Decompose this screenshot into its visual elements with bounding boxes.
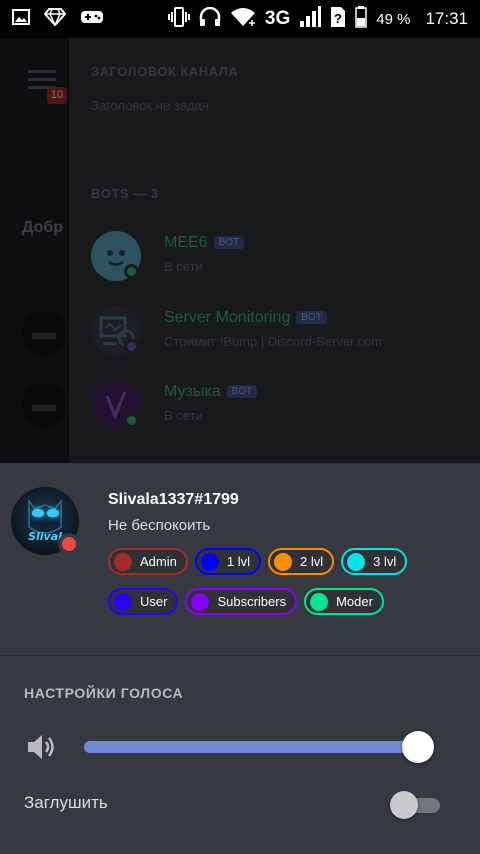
- svg-text:?: ?: [334, 11, 342, 26]
- volume-slider-thumb[interactable]: [402, 731, 434, 763]
- mention-badge: 10: [47, 87, 67, 104]
- clock: 17:31: [425, 9, 468, 28]
- bots-heading: BOTS — 3: [91, 186, 159, 201]
- role-color-dot: [114, 552, 132, 571]
- vibrate-icon: [167, 7, 190, 31]
- mute-toggle-knob[interactable]: [390, 791, 418, 819]
- member-status: В сети: [164, 259, 203, 274]
- member-row[interactable]: Server Monitoring BOT Стримит !Bump | Dis…: [91, 306, 480, 366]
- volume-slider[interactable]: [84, 731, 434, 763]
- role-row: Admin 1 lvl 2 lvl 3 lvl: [108, 548, 408, 575]
- role-chip[interactable]: 2 lvl: [267, 548, 335, 575]
- speaker-icon: [26, 733, 58, 761]
- role-label: 2 lvl: [299, 554, 324, 569]
- role-row: User Subscribers Moder: [108, 588, 408, 615]
- member-name: Server Monitoring: [164, 309, 291, 326]
- channel-topic-heading: ЗАГОЛОВОК КАНАЛА: [91, 64, 239, 79]
- bot-badge: BOT: [296, 311, 327, 324]
- role-chip[interactable]: Moder: [304, 588, 384, 615]
- role-chip[interactable]: 3 lvl: [341, 548, 408, 575]
- online-status-dot: [124, 413, 139, 428]
- status-bar: 3G ? 49 % 17:31: [0, 0, 480, 38]
- mute-toggle[interactable]: [390, 790, 440, 820]
- role-color-dot: [200, 552, 219, 571]
- wifi-icon: [230, 7, 256, 31]
- member-row[interactable]: Музыка BOT В сети: [91, 380, 480, 440]
- voice-settings-title: НАСТРОЙКИ ГОЛОСА: [24, 685, 184, 701]
- image-icon: [12, 9, 30, 29]
- battery-percent: 49 %: [376, 10, 411, 28]
- headphones-icon: [199, 6, 221, 31]
- streaming-status-dot: [124, 339, 139, 354]
- bot-badge: BOT: [213, 236, 245, 249]
- role-list: Admin 1 lvl 2 lvl 3 lvl User Subscribers…: [108, 548, 408, 628]
- mute-label: Заглушить: [24, 793, 108, 812]
- network-type: 3G: [264, 8, 291, 29]
- user-profile-sheet: Slival Slivala1337#1799 Не беспокоить Ad…: [0, 463, 480, 854]
- role-label: Moder: [336, 594, 373, 609]
- online-status-dot: [124, 264, 139, 279]
- role-label: Subscribers: [217, 594, 287, 609]
- battery-icon: [355, 6, 367, 32]
- member-status: В сети: [164, 408, 203, 423]
- rail-server-avatar[interactable]: [22, 383, 66, 427]
- user-status-text: Не беспокоить: [108, 517, 211, 534]
- role-color-dot: [191, 592, 210, 611]
- gem-icon: [43, 8, 67, 30]
- role-chip[interactable]: User: [108, 588, 179, 615]
- member-status: Стримит !Bump | Discord-Server.com: [164, 334, 382, 349]
- role-chip[interactable]: 1 lvl: [194, 548, 261, 575]
- role-chip[interactable]: Subscribers: [185, 588, 298, 615]
- role-color-dot: [310, 592, 329, 611]
- rail-server-avatar[interactable]: [22, 311, 66, 355]
- volume-slider-track: [84, 741, 418, 753]
- username: Slivala1337#1799: [108, 491, 239, 508]
- divider: [0, 655, 480, 656]
- role-color-dot: [347, 552, 366, 571]
- channel-info-panel: ЗАГОЛОВОК КАНАЛА Заголовок не задан. BOT…: [68, 38, 480, 463]
- member-row[interactable]: MEE6 BOT В сети: [91, 231, 480, 291]
- role-label: User: [140, 594, 168, 609]
- member-name: MEE6: [164, 234, 208, 251]
- role-color-dot: [273, 552, 292, 571]
- gamepad-icon: [80, 9, 104, 29]
- channel-topic-value: Заголовок не задан.: [91, 98, 213, 113]
- role-label: Admin: [140, 554, 177, 569]
- unknown-sim-icon: ?: [330, 6, 346, 32]
- signal-icon: [299, 6, 322, 32]
- role-label: 3 lvl: [373, 554, 397, 569]
- rail-welcome-text: Добр: [22, 219, 64, 236]
- role-label: 1 lvl: [226, 554, 250, 569]
- member-name: Музыка: [164, 383, 221, 400]
- guild-rail: 10 Добр: [0, 38, 68, 463]
- channel-info-background: 10 Добр ЗАГОЛОВОК КАНАЛА Заголовок не за…: [0, 38, 480, 463]
- role-chip[interactable]: Admin: [108, 548, 188, 575]
- bot-badge: BOT: [226, 385, 258, 398]
- role-color-dot: [114, 592, 132, 611]
- dnd-status-dot: [58, 533, 80, 555]
